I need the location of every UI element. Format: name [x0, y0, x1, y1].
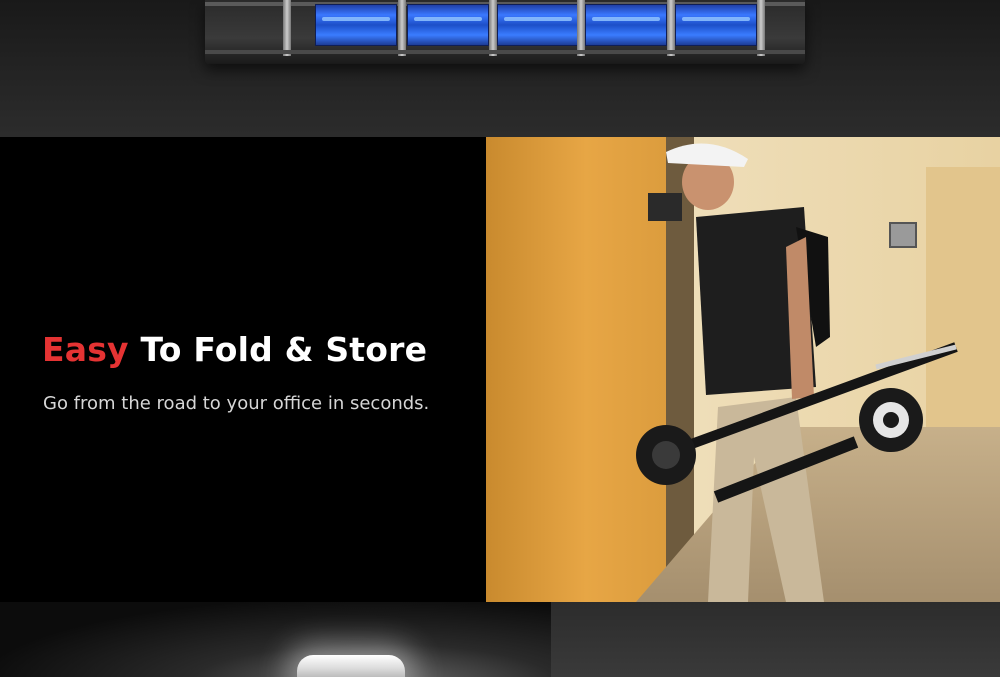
- battery-cell: [315, 4, 397, 46]
- battery-connector: [398, 0, 406, 56]
- product-page: Easy To Fold & Store Go from the road to…: [0, 0, 1000, 677]
- battery-section: [0, 0, 1000, 137]
- feature-subtitle: Go from the road to your office in secon…: [43, 393, 430, 414]
- battery-cell: [407, 4, 489, 46]
- battery-connector: [757, 0, 765, 56]
- battery-rail: [205, 50, 805, 54]
- battery-connector: [667, 0, 675, 56]
- battery-connector: [577, 0, 585, 56]
- headlight-image: [297, 655, 405, 677]
- next-section-panel: [551, 602, 1000, 677]
- battery-pack-image: [205, 0, 805, 64]
- battery-cell: [585, 4, 667, 46]
- battery-connector: [489, 0, 497, 56]
- headlight-section: [0, 602, 551, 677]
- feature-headline: Easy To Fold & Store: [42, 330, 427, 369]
- battery-cell: [497, 4, 579, 46]
- battery-connector: [283, 0, 291, 56]
- battery-cell: [675, 4, 757, 46]
- headline-rest: To Fold & Store: [140, 330, 428, 369]
- feature-text-panel: [0, 137, 486, 602]
- headline-accent: Easy: [42, 330, 129, 369]
- photo-illustration: [486, 137, 1000, 602]
- man-carrying-folded-scooter-photo: [486, 137, 1000, 602]
